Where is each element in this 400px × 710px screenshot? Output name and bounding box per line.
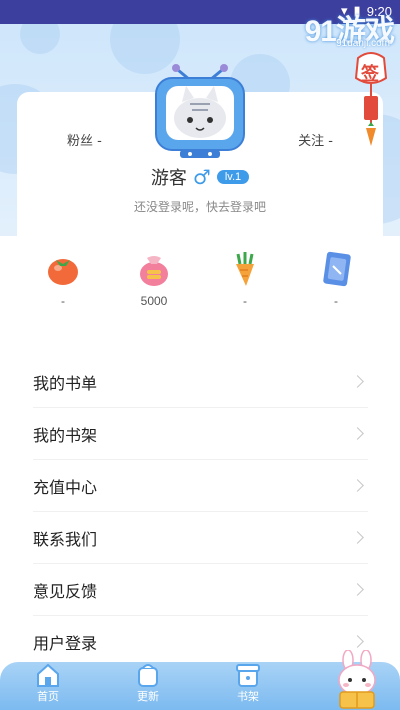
stat-value: - <box>61 294 65 308</box>
mine-tab-mascot[interactable] <box>328 649 386 710</box>
chevron-right-icon <box>351 479 364 492</box>
menu-item-booklist[interactable]: 我的书单 <box>33 356 368 408</box>
coin-bag-icon <box>140 256 168 286</box>
stat-value: 5000 <box>140 294 168 308</box>
stat-card[interactable]: - <box>306 250 366 308</box>
stat-carrot[interactable]: - <box>215 250 275 308</box>
nav-label: 更新 <box>137 690 159 703</box>
username: 游客 <box>150 168 187 189</box>
level-badge: lv.1 <box>216 170 250 184</box>
chevron-right-icon <box>351 375 364 388</box>
watermark-logo: 91游戏 91danji.com <box>304 15 395 49</box>
signin-button[interactable]: 签 <box>350 48 392 148</box>
bookshelf-icon <box>236 664 260 687</box>
menu-list: 我的书单 我的书架 充值中心 联系我们 意见反馈 用户登录 <box>33 356 368 668</box>
login-hint[interactable]: 还没登录呢，快去登录吧 <box>17 198 383 215</box>
nav-item-update[interactable]: 更新 <box>118 662 178 704</box>
menu-item-label: 意见反馈 <box>33 581 98 601</box>
menu-item-contact[interactable]: 联系我们 <box>33 512 368 564</box>
stats-row: - 5000 - - <box>0 250 400 320</box>
home-icon <box>37 663 59 687</box>
chevron-right-icon <box>351 635 364 648</box>
avatar[interactable] <box>150 56 250 166</box>
signin-label: 签 <box>361 64 379 85</box>
card-icon <box>323 251 351 287</box>
chevron-right-icon <box>351 583 364 596</box>
menu-item-label: 用户登录 <box>33 633 98 653</box>
nav-item-home[interactable]: 首页 <box>18 662 78 704</box>
fans-count[interactable]: 粉丝 - <box>67 130 102 149</box>
nav-label: 首页 <box>37 690 59 703</box>
tv-cat-avatar-icon <box>155 64 245 158</box>
male-icon: ♂ <box>192 165 211 189</box>
nav-item-bookshelf[interactable]: 书架 <box>218 662 278 704</box>
update-icon <box>138 664 158 687</box>
menu-item-bookshelf[interactable]: 我的书架 <box>33 408 368 460</box>
menu-item-label: 我的书架 <box>33 425 98 445</box>
menu-item-feedback[interactable]: 意见反馈 <box>33 564 368 616</box>
menu-item-label: 联系我们 <box>33 529 98 549</box>
menu-item-label: 我的书单 <box>33 373 98 393</box>
menu-item-label: 充值中心 <box>33 477 98 497</box>
menu-item-recharge[interactable]: 充值中心 <box>33 460 368 512</box>
stat-value: - <box>243 294 247 308</box>
username-row[interactable]: 游客 ♂ lv.1 <box>17 164 383 190</box>
carrot-icon <box>236 252 254 286</box>
bunny-mascot-icon <box>338 649 376 709</box>
stat-value: - <box>334 294 338 308</box>
stat-coins[interactable]: 5000 <box>124 250 184 308</box>
stat-tomato[interactable]: - <box>33 250 93 308</box>
chevron-right-icon <box>351 427 364 440</box>
nav-label: 书架 <box>237 690 259 703</box>
menu-item-login[interactable]: 用户登录 <box>33 616 368 668</box>
chevron-right-icon <box>351 531 364 544</box>
tomato-icon <box>48 259 78 285</box>
follow-count[interactable]: 关注 - <box>298 130 333 149</box>
